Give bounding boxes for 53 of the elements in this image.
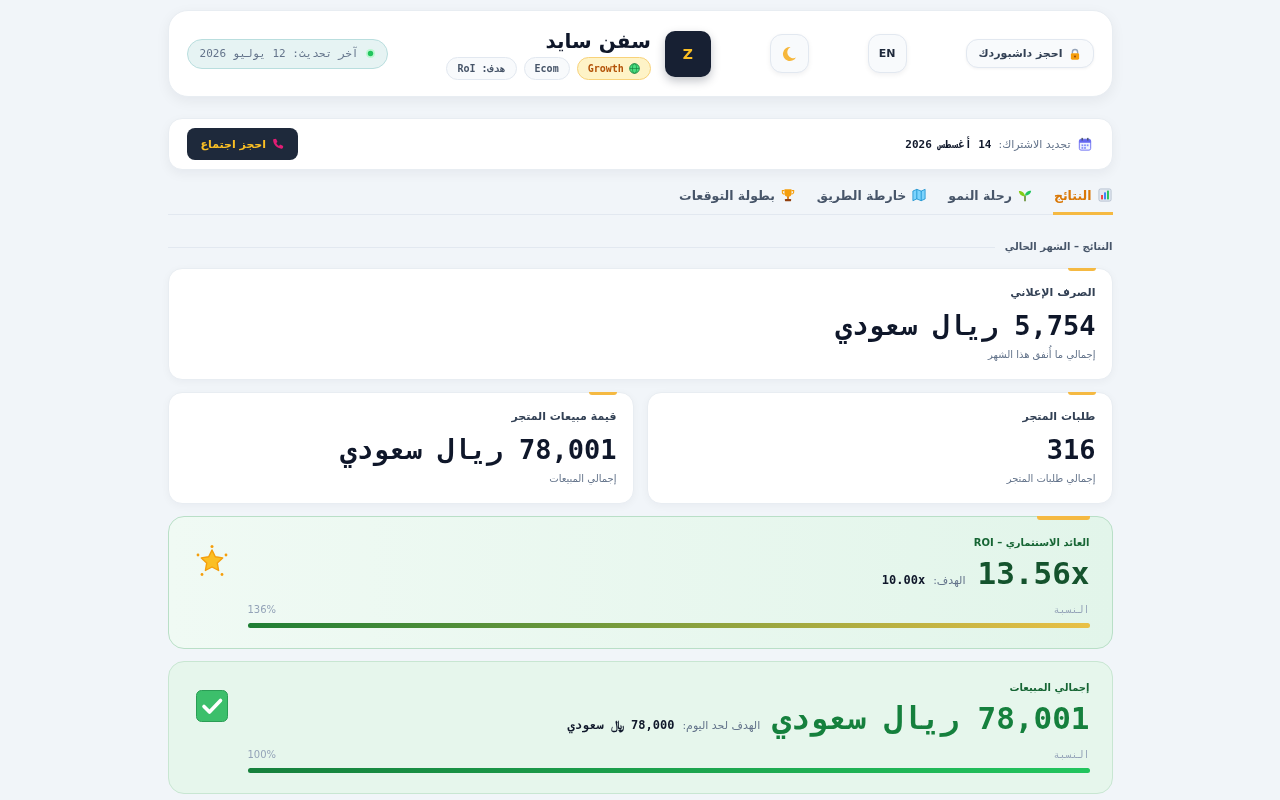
metric-value: 5,754 ريال سعودي [184, 306, 1096, 346]
map-icon [912, 188, 927, 202]
ratio-value: 100% [247, 748, 277, 762]
metric-note: إجمالي المبيعات [548, 472, 617, 487]
metric-label: طلبات المتجر [1021, 409, 1096, 425]
accent-bar [1067, 268, 1096, 271]
accent-bar [1036, 516, 1090, 520]
book-meeting-button[interactable]: احجز اجتماع [186, 128, 298, 160]
bar-chart-icon [1097, 188, 1112, 202]
renewal-label: تجديد الاشتراك: [998, 137, 1071, 151]
status-dot-icon [365, 49, 375, 58]
target-value: 10.00x [881, 573, 926, 587]
ratio-value: 136% [247, 603, 277, 617]
seedling-icon [1017, 188, 1032, 202]
goal-value: 78,001 ريال سعودي [772, 696, 1090, 740]
language-button[interactable]: EN [867, 34, 907, 73]
metric-note: إجمالي طلبات المتجر [1005, 472, 1096, 487]
theme-toggle-button[interactable] [769, 34, 809, 73]
metric-value: 78,001 ريال سعودي [184, 430, 617, 470]
book-dashboard-button[interactable]: احجز داشبوردك [965, 39, 1094, 68]
metric-note: إجمالي ما أُنفق هذا الشهر [184, 347, 1096, 363]
goal-label: إجمالي المبيعات [1008, 681, 1090, 696]
calendar-icon [1077, 137, 1092, 151]
ratio-label: النسبة [1053, 603, 1090, 617]
goal-label: العائد الاستثماري – ROI [972, 536, 1090, 551]
metric-label: الصرف الإعلاني [1009, 285, 1096, 301]
plan-tag: Growth [576, 56, 651, 80]
trophy-icon [780, 188, 795, 202]
accent-bar [1067, 392, 1096, 395]
goal-value: 13.56x [977, 554, 1090, 593]
globe-icon [628, 62, 640, 74]
phone-icon [272, 138, 284, 150]
moon-icon [781, 45, 798, 62]
check-icon [195, 690, 228, 722]
brand-avatar: Z [664, 30, 711, 77]
metric-value: 316 [1045, 433, 1096, 467]
section-title: النتائج – الشهر الحالي [1004, 240, 1113, 254]
star-icon [195, 545, 228, 577]
last-update-pill: آخر تحديث: 12 يوليو 2026 [186, 38, 388, 69]
profile-tag: Ecom [523, 56, 570, 80]
brand-name: سفن سايد [545, 27, 651, 54]
metric-label: قيمة مبيعات المتجر [510, 409, 617, 425]
accent-bar [588, 392, 617, 395]
nav-tab[interactable]: رحلة النمو [947, 178, 1033, 215]
target-value: 78,000 ﷼ سعودي [567, 718, 675, 732]
target-label: الهدف لحد اليوم: [682, 719, 761, 732]
nav-tab[interactable]: بطولة التوقعات [678, 178, 796, 215]
ratio-label: النسبة [1053, 748, 1090, 762]
lock-icon [1068, 47, 1081, 60]
profile-tag: هدف: RoI [446, 56, 517, 80]
nav-tab[interactable]: خارطة الطريق [815, 178, 928, 215]
renewal-date: 14 أغسطس 2026 [905, 137, 992, 151]
target-label: الهدف: [933, 574, 966, 587]
